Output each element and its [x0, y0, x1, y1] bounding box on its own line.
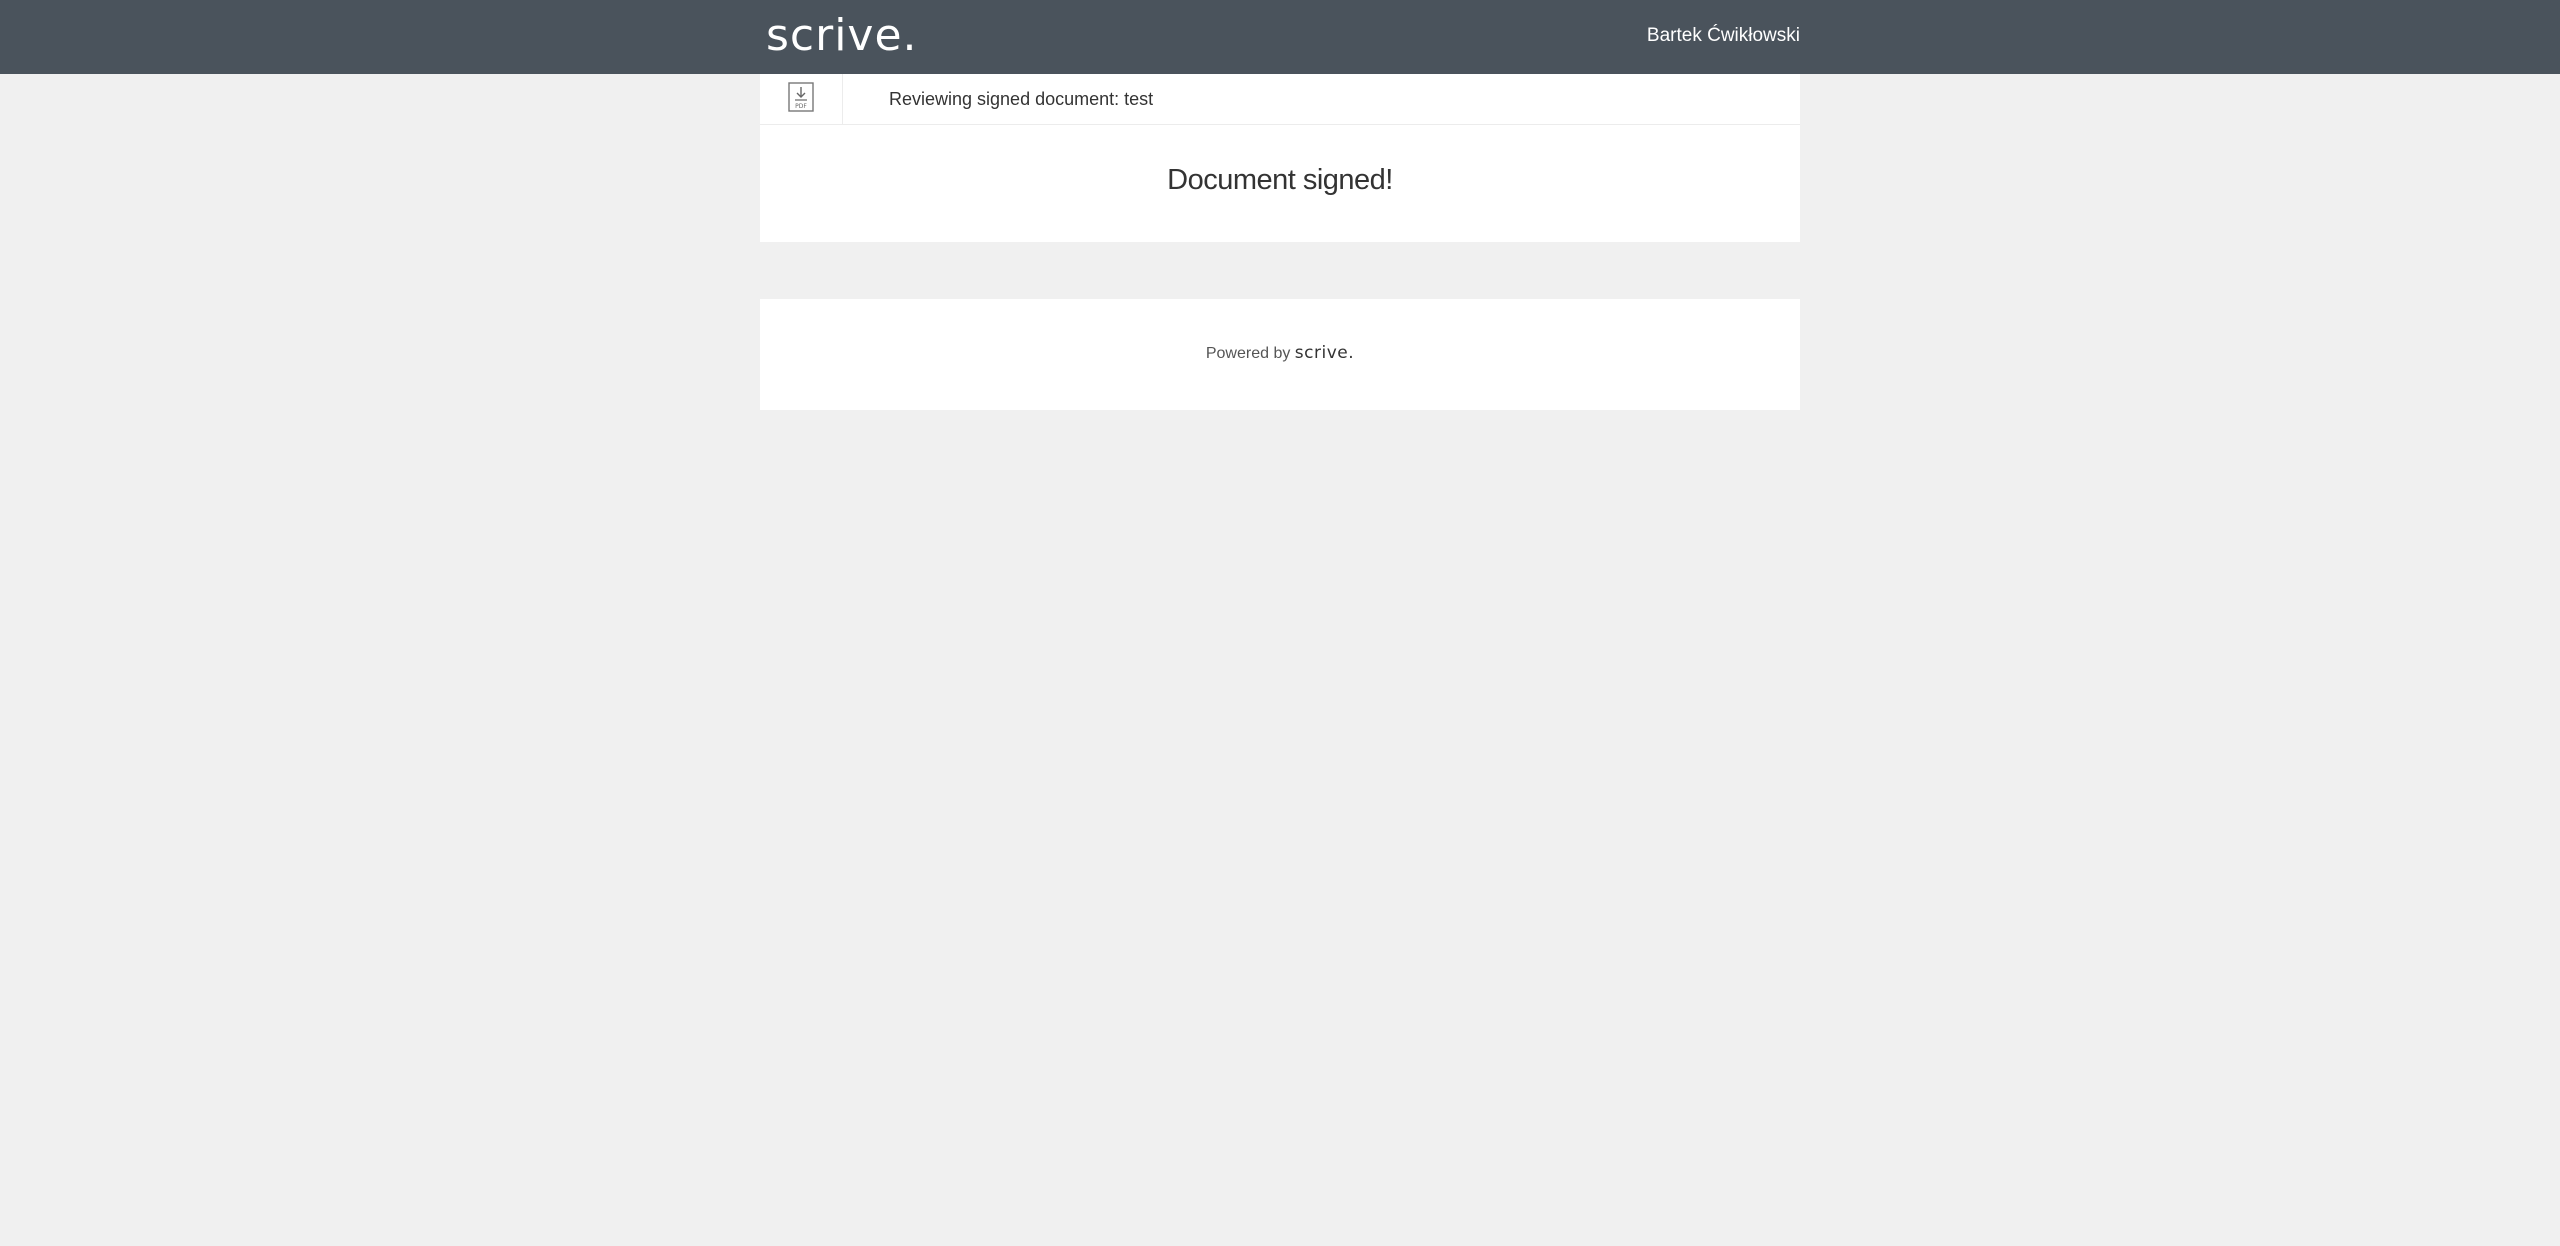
top-navigation-bar: scrive. Bartek Ćwikłowski: [0, 0, 2560, 74]
document-card: PDF Reviewing signed document: test Docu…: [760, 74, 1800, 242]
scrive-logo[interactable]: scrive.: [766, 10, 918, 61]
powered-by-text: Powered by scrive.: [760, 341, 1800, 366]
footer-scrive-logo[interactable]: scrive.: [1295, 343, 1354, 363]
signed-status-message: Document signed!: [1167, 164, 1393, 196]
download-pdf-button[interactable]: PDF: [760, 74, 843, 124]
pdf-icon-label: PDF: [795, 103, 807, 110]
footer-card: Powered by scrive.: [760, 299, 1800, 410]
powered-by-label: Powered by: [1205, 345, 1291, 362]
document-title: Reviewing signed document: test: [889, 89, 1154, 109]
user-name[interactable]: Bartek Ćwikłowski: [1647, 22, 1800, 50]
document-header: PDF Reviewing signed document: test: [760, 74, 1800, 125]
download-pdf-icon: PDF: [788, 81, 814, 117]
